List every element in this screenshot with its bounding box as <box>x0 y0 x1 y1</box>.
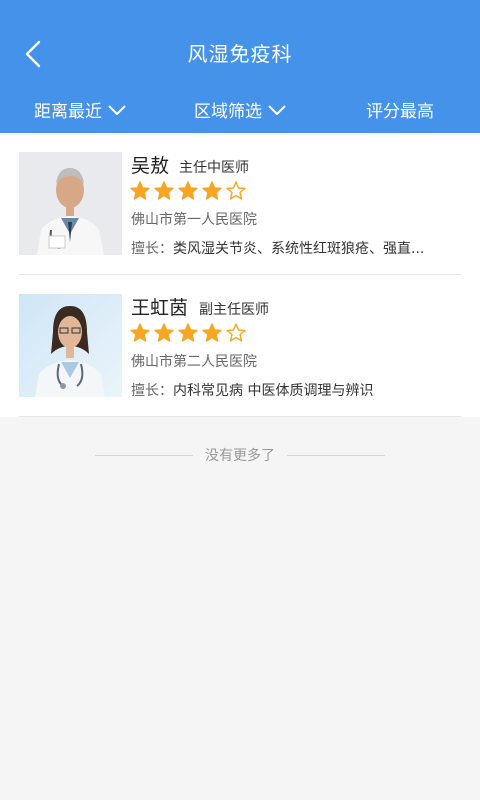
specialty-label: 擅长： <box>131 241 173 257</box>
chevron-down-icon <box>108 104 126 115</box>
no-more-indicator: 没有更多了 <box>0 445 480 465</box>
filter-distance[interactable]: 距离最近 <box>0 97 160 122</box>
doctor-card[interactable]: 王虹茵 副主任医师 佛山市第二人民医院 擅长：内科常见病 中医体质调理与辨识 <box>19 275 461 417</box>
doctor-name: 吴敖 <box>131 155 170 177</box>
doctor-card[interactable]: 吴敖 主任中医师 佛山市第一人民医院 擅长：类风湿关节炎、系统性红斑狼疮、强直.… <box>19 133 461 275</box>
chevron-down-icon <box>268 104 286 115</box>
app-header: 风湿免疫科 距离最近 区域筛选 评分最高 <box>0 0 480 133</box>
divider-line <box>95 454 193 456</box>
star-filled-icon <box>130 181 150 200</box>
doctor-photo <box>19 294 122 397</box>
filter-rating[interactable]: 评分最高 <box>320 97 480 122</box>
doctor-specialty: 擅长：类风湿关节炎、系统性红斑狼疮、强直... <box>131 238 457 258</box>
no-more-text: 没有更多了 <box>205 448 275 464</box>
star-filled-icon <box>130 323 150 342</box>
doctor-specialty: 擅长：内科常见病 中医体质调理与辨识 <box>131 380 457 400</box>
page-title: 风湿免疫科 <box>187 42 293 66</box>
divider-line <box>287 454 385 456</box>
doctor-photo <box>19 152 122 255</box>
star-filled-icon <box>202 323 222 342</box>
specialty-label: 擅长： <box>131 383 173 399</box>
star-empty-icon <box>226 323 246 342</box>
specialty-text: 类风湿关节炎、系统性红斑狼疮、强直... <box>173 241 425 257</box>
doctor-name: 王虹茵 <box>131 297 189 319</box>
filter-distance-label: 距离最近 <box>34 101 102 122</box>
rating-stars <box>130 323 246 343</box>
doctor-list: 吴敖 主任中医师 佛山市第一人民医院 擅长：类风湿关节炎、系统性红斑狼疮、强直.… <box>0 133 480 417</box>
star-filled-icon <box>178 181 198 200</box>
filter-rating-label: 评分最高 <box>366 101 434 122</box>
star-empty-icon <box>226 181 246 200</box>
star-filled-icon <box>202 181 222 200</box>
doctor-title: 主任中医师 <box>179 160 249 176</box>
hospital-name: 佛山市第一人民医院 <box>131 212 257 228</box>
star-filled-icon <box>178 323 198 342</box>
star-filled-icon <box>154 181 174 200</box>
filter-region[interactable]: 区域筛选 <box>160 97 320 122</box>
rating-stars <box>130 181 246 201</box>
filter-bar: 距离最近 区域筛选 评分最高 <box>0 92 480 126</box>
filter-region-label: 区域筛选 <box>194 101 262 122</box>
star-filled-icon <box>154 323 174 342</box>
hospital-name: 佛山市第二人民医院 <box>131 354 257 370</box>
doctor-title: 副主任医师 <box>199 302 269 318</box>
specialty-text: 内科常见病 中医体质调理与辨识 <box>173 383 374 399</box>
